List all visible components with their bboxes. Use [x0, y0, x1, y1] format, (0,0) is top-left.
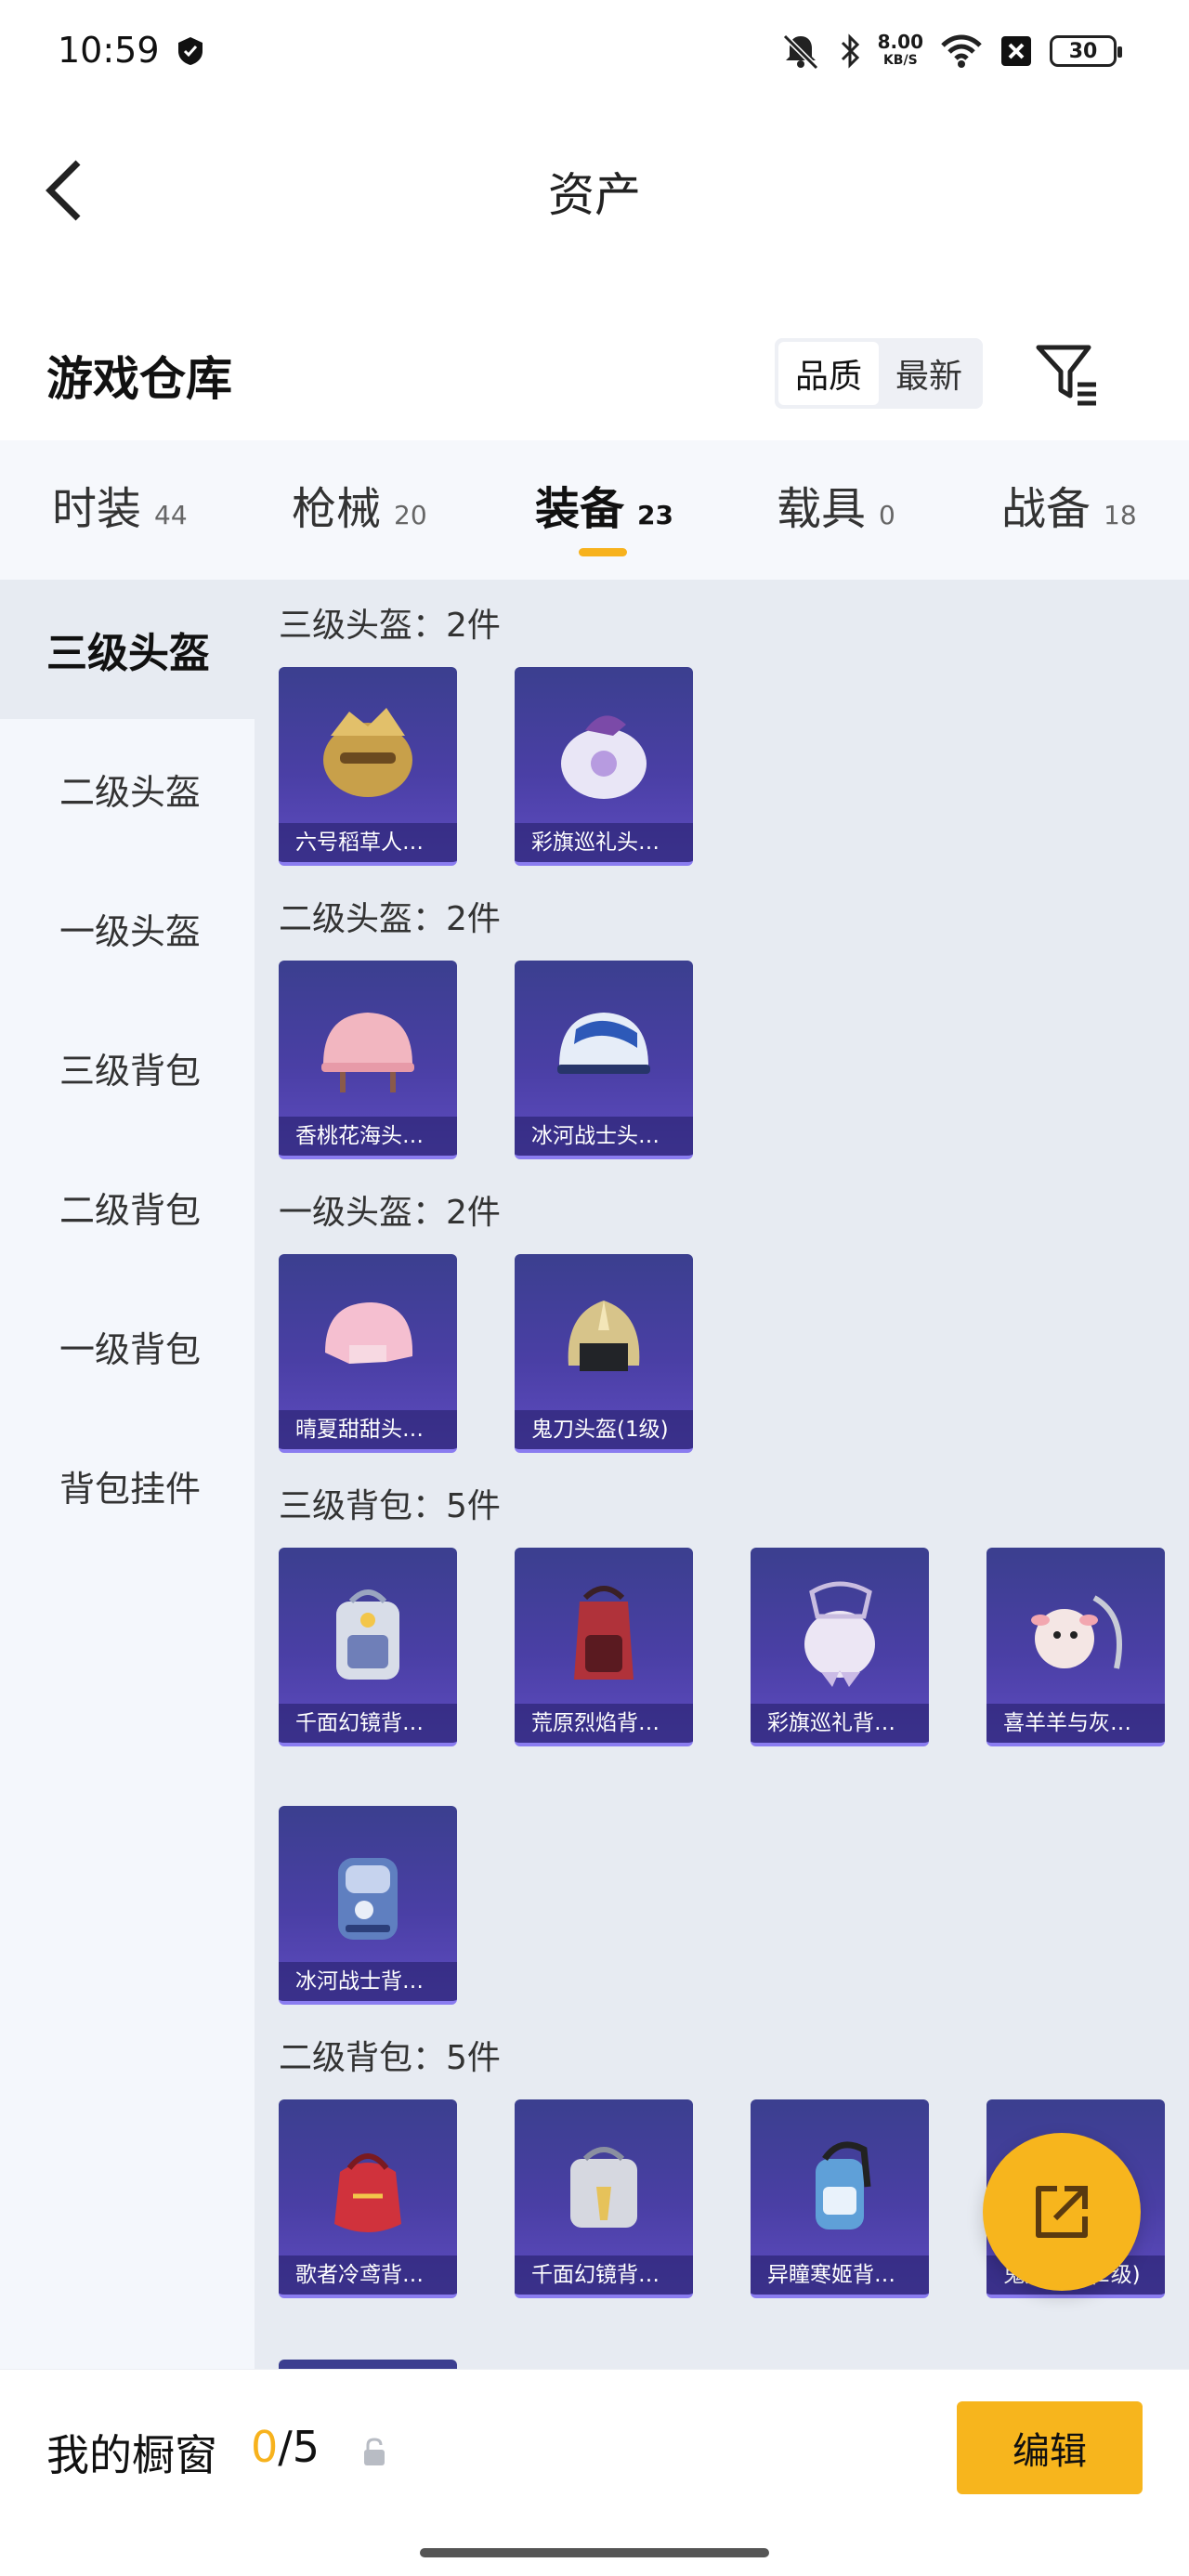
battery-indicator: 30 [1050, 35, 1122, 67]
item-card[interactable]: 鬼刀头盔(1级) [515, 1254, 693, 1453]
sort-newest-option[interactable]: 最新 [879, 342, 979, 405]
summer-helmet-icon [325, 1302, 413, 1364]
bluetooth-icon [841, 33, 859, 69]
external-link-icon [1036, 2186, 1088, 2238]
scarecrow-helmet-icon [323, 708, 412, 797]
sort-quality-option[interactable]: 品质 [778, 342, 879, 405]
item-card[interactable]: 香桃花海头… [279, 961, 457, 1159]
section-title: 三级背包：5件 [279, 1487, 501, 1525]
sidebar-item-backpack-lv1[interactable]: 一级背包 [0, 1276, 255, 1416]
section-title: 三级头盔：2件 [279, 607, 501, 645]
parade-helmet-icon [561, 715, 647, 799]
tab-fashion[interactable]: 时装 44 [52, 472, 188, 537]
flame-backpack-icon [574, 1586, 634, 1680]
tab-vehicles[interactable]: 载具 0 [777, 472, 895, 537]
sidebar-item-backpack-lv2[interactable]: 二级背包 [0, 1137, 255, 1276]
page-title: 资产 [548, 168, 641, 222]
sidebar-item-helmet-lv2[interactable]: 二级头盔 [0, 719, 255, 858]
item-card[interactable]: 彩旗巡礼头… [515, 667, 693, 866]
sort-toggle: 品质 最新 [775, 338, 983, 409]
sidebar-item-backpack-lv3[interactable]: 三级背包 [0, 998, 255, 1137]
item-card[interactable]: 六号稻草人… [279, 667, 457, 866]
parade-backpack-icon [804, 1581, 875, 1687]
status-bar: 10:59 8.00 KB/S 30 [0, 0, 1189, 102]
item-grid: 三级头盔：2件 六号稻草人… 彩旗巡礼头… 二级头盔：2件 香桃花海头… 冰河战… [255, 580, 1189, 2369]
item-card[interactable] [279, 2360, 457, 2369]
mirror-backpack-icon [336, 1589, 399, 1680]
item-card[interactable]: 喜羊羊与灰… [986, 1548, 1165, 1746]
home-indicator[interactable] [420, 2548, 769, 2557]
item-card[interactable]: 晴夏甜甜头… [279, 1254, 457, 1453]
singer-backpack-icon [334, 2153, 401, 2232]
share-fab[interactable] [983, 2133, 1141, 2291]
sheep-backpack-icon [1031, 1595, 1122, 1669]
active-tab-indicator [579, 548, 627, 556]
sidebar-item-helmet-lv1[interactable]: 一级头盔 [0, 858, 255, 998]
item-card[interactable]: 冰河战士头… [515, 961, 693, 1159]
showcase-label: 我的橱窗 [46, 2430, 217, 2480]
peach-helmet-icon [321, 1013, 414, 1092]
edit-button[interactable]: 编辑 [957, 2401, 1143, 2494]
subcategory-sidebar: 三级头盔 二级头盔 一级头盔 三级背包 二级背包 一级背包 背包挂件 [0, 580, 255, 2369]
mirror-backpack-icon [570, 2147, 637, 2228]
warehouse-header: 游戏仓库 品质 最新 [0, 316, 1189, 437]
category-tabs: 时装 44 枪械 20 装备 23 载具 0 战备 18 [0, 440, 1189, 580]
item-card[interactable]: 荒原烈焰背… [515, 1548, 693, 1746]
mute-icon [782, 33, 818, 70]
shield-icon [178, 37, 203, 65]
app-header: 资产 [0, 102, 1189, 269]
section-title: 一级头盔：2件 [279, 1194, 501, 1232]
item-card[interactable]: 冰河战士背… [279, 1806, 457, 2005]
frost-backpack-icon [816, 2141, 871, 2229]
sim-blocked-icon [1001, 36, 1031, 66]
sidebar-item-backpack-charm[interactable]: 背包挂件 [0, 1416, 255, 1555]
lock-icon [364, 2438, 385, 2465]
section-title: 二级背包：5件 [279, 2039, 501, 2077]
section-title: 二级头盔：2件 [279, 900, 501, 938]
status-time: 10:59 [58, 30, 160, 71]
item-card[interactable]: 彩旗巡礼背… [751, 1548, 929, 1746]
filter-icon[interactable] [1031, 338, 1102, 409]
wifi-icon [941, 34, 982, 68]
showcase-bar: 我的橱窗 0/5 编辑 [0, 2369, 1189, 2576]
item-card[interactable]: 千面幻镜背… [279, 1548, 457, 1746]
tab-equipment[interactable]: 装备 23 [535, 472, 673, 537]
tab-guns[interactable]: 枪械 20 [292, 472, 427, 537]
ghostblade-helmet-icon [568, 1301, 640, 1371]
tab-supplies[interactable]: 战备 18 [1001, 472, 1137, 537]
showcase-count: 0/5 [251, 2422, 320, 2472]
network-speed: 8.00 KB/S [877, 31, 923, 68]
item-card[interactable]: 异瞳寒姬背… [751, 2099, 929, 2298]
glacier-backpack-icon [338, 1858, 398, 1940]
glacier-helmet-icon [557, 1013, 650, 1074]
sidebar-item-helmet-lv3[interactable]: 三级头盔 [0, 580, 255, 719]
item-card[interactable]: 千面幻镜背… [515, 2099, 693, 2298]
item-card[interactable]: 歌者冷鸢背… [279, 2099, 457, 2298]
warehouse-title: 游戏仓库 [46, 352, 232, 406]
